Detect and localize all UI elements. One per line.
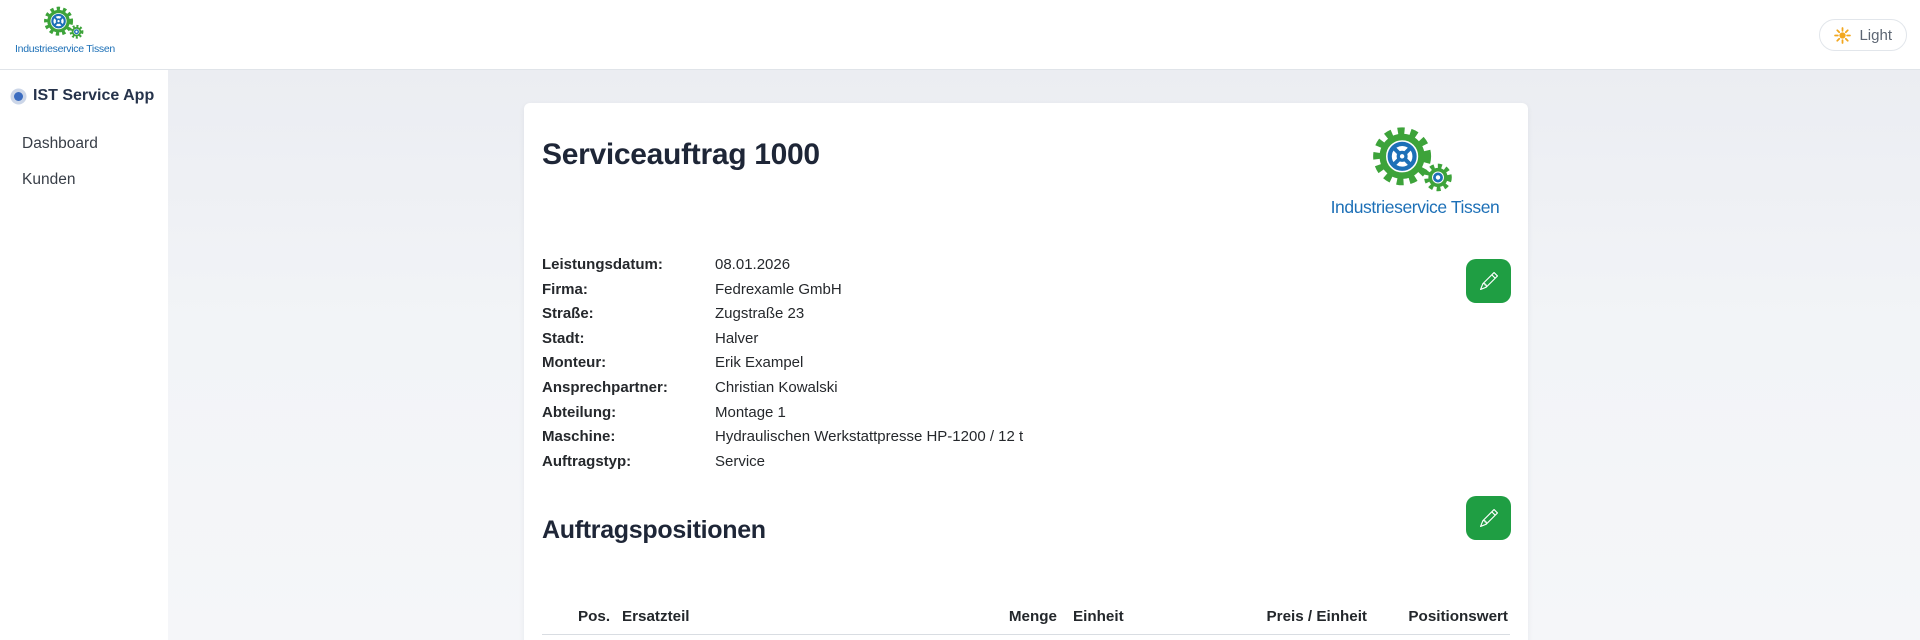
theme-toggle-button[interactable]: Light [1819,19,1907,51]
app-root: Industrieservice Tissen Light IST Servic… [0,0,1920,640]
sidebar-item-kunden[interactable]: Kunden [0,162,168,198]
field-row-firma: Firma: Fedrexamle GmbH [542,278,1023,303]
sidebar-nav: Dashboard Kunden [0,126,168,198]
company-logo-text: Industrieservice Tissen [1330,197,1500,217]
field-row-monteur: Monteur: Erik Exampel [542,351,1023,376]
col-header-menge: Menge [1008,608,1057,625]
company-gears-icon [1369,123,1461,197]
company-logo: Industrieservice Tissen [1314,123,1516,218]
app-bullet-icon [14,91,23,101]
sun-icon [1834,26,1852,44]
field-value: Christian Kowalski [715,378,838,396]
page-title: Serviceauftrag 1000 [542,138,820,171]
sidebar: IST Service App Dashboard Kunden [0,70,168,640]
field-value: Service [715,452,766,470]
order-fields: Leistungsdatum: 08.01.2026 Firma: Fedrex… [542,253,1023,474]
header-brand[interactable]: Industrieservice Tissen [10,3,120,55]
edit-order-button[interactable] [1466,259,1511,303]
field-value: Fedrexamle GmbH [715,280,842,298]
theme-toggle-label: Light [1859,26,1892,44]
field-row-abteilung: Abteilung: Montage 1 [542,401,1023,426]
field-label: Straße: [542,305,594,323]
field-label: Auftragstyp: [542,452,632,470]
pencil-icon [1479,509,1498,527]
field-value: Montage 1 [715,403,786,421]
col-header-positionswert: Positionswert [1408,608,1508,625]
col-header-pos: Pos. [578,608,611,625]
field-label: Abteilung: [542,403,617,421]
col-header-einheit: Einheit [1073,608,1124,625]
field-label: Firma: [542,280,588,298]
app-title-label: IST Service App [33,87,155,104]
sidebar-item-dashboard[interactable]: Dashboard [0,126,168,162]
col-header-preis-einheit: Preis / Einheit [1266,608,1367,625]
positions-table: Pos. Ersatzteil Menge Einheit Preis / Ei… [542,603,1510,635]
sidebar-app-title[interactable]: IST Service App [0,70,168,105]
field-row-ansprechpartner: Ansprechpartner: Christian Kowalski [542,376,1023,401]
main-content: Serviceauftrag 1000 Industrieservice Tis… [168,70,1920,640]
top-header: Industrieservice Tissen Light [0,0,1920,70]
service-order-card: Serviceauftrag 1000 Industrieservice Tis… [524,103,1528,640]
field-label: Ansprechpartner: [542,378,668,396]
field-label: Leistungsdatum: [542,256,663,273]
brand-text: Industrieservice Tissen [15,43,115,55]
field-row-leistungsdatum: Leistungsdatum: 08.01.2026 [542,253,1023,278]
field-value: 08.01.2026 [715,256,791,273]
field-label: Stadt: [542,329,585,347]
field-value: Halver [715,329,759,347]
field-row-auftragstyp: Auftragstyp: Service [542,450,1023,475]
field-row-maschine: Maschine: Hydraulischen Werkstattpresse … [542,425,1023,450]
field-row-strasse: Straße: Zugstraße 23 [542,302,1023,327]
edit-positions-button[interactable] [1466,496,1511,540]
field-value: Hydraulischen Werkstattpresse HP-1200 / … [715,428,1024,446]
field-label: Monteur: [542,354,607,372]
col-header-ersatzteil: Ersatzteil [622,608,690,625]
company-gears-icon [42,3,88,43]
field-value: Zugstraße 23 [715,305,805,323]
field-value: Erik Exampel [715,354,804,372]
table-header-row: Pos. Ersatzteil Menge Einheit Preis / Ei… [542,603,1510,635]
field-label: Maschine: [542,428,616,446]
pencil-icon [1479,272,1498,290]
field-row-stadt: Stadt: Halver [542,327,1023,352]
positions-section-title: Auftragspositionen [542,516,766,544]
